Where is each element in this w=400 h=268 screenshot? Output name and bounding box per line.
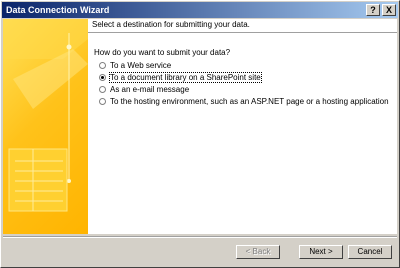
page-heading: Select a destination for submitting your… <box>92 20 250 29</box>
header-divider <box>88 32 397 34</box>
submit-question: How do you want to submit your data? <box>94 48 231 57</box>
help-button[interactable]: ? <box>366 4 380 16</box>
wizard-banner-graphic <box>3 19 88 234</box>
destination-radio-group: To a Web service To a document library o… <box>99 59 389 107</box>
back-button[interactable]: < Back <box>236 245 280 259</box>
close-button[interactable]: X <box>382 4 396 16</box>
banner-decoration-icon <box>3 19 88 212</box>
button-bar: < Back Next > Cancel <box>3 234 397 267</box>
option-sharepoint-library[interactable]: To a document library on a SharePoint si… <box>99 71 389 83</box>
title-bar[interactable]: Data Connection Wizard ? X <box>2 2 398 18</box>
next-button[interactable]: Next > <box>299 245 343 259</box>
option-web-service[interactable]: To a Web service <box>99 59 389 71</box>
radio-sharepoint-library[interactable] <box>99 73 106 81</box>
radio-email[interactable] <box>99 85 106 93</box>
radio-hosting-environment[interactable] <box>99 97 106 105</box>
option-sharepoint-library-label[interactable]: To a document library on a SharePoint si… <box>109 71 262 83</box>
option-hosting-environment[interactable]: To the hosting environment, such as an A… <box>99 95 389 107</box>
wizard-window: Data Connection Wizard ? X Select a dest… <box>0 0 400 268</box>
option-email[interactable]: As an e-mail message <box>99 83 389 95</box>
option-email-label[interactable]: As an e-mail message <box>110 85 189 94</box>
option-web-service-label[interactable]: To a Web service <box>110 61 171 70</box>
option-hosting-environment-label[interactable]: To the hosting environment, such as an A… <box>110 97 389 106</box>
cancel-button[interactable]: Cancel <box>348 245 392 259</box>
wizard-content: Select a destination for submitting your… <box>3 19 397 234</box>
window-title: Data Connection Wizard <box>6 5 110 15</box>
radio-web-service[interactable] <box>99 61 106 69</box>
footer-divider <box>3 236 397 238</box>
